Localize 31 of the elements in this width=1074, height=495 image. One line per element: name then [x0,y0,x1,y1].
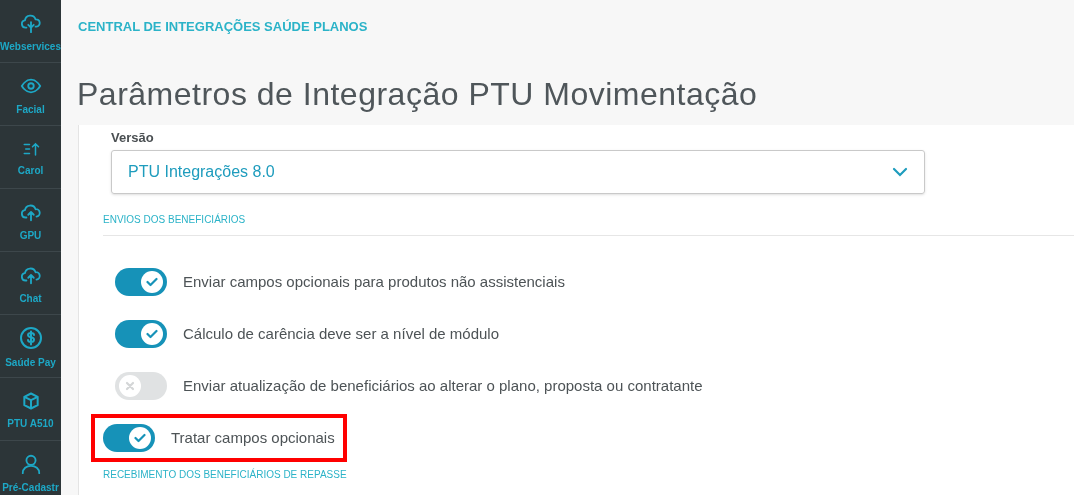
sidebar-item[interactable]: Carol [0,126,61,189]
section-heading: RECEBIMENTO DOS BENEFICIÁRIOS DE REPASSE [103,469,347,480]
toggle-label: Enviar campos opcionais para produtos não assistenciais [183,271,565,292]
toggle-switch[interactable] [115,372,167,400]
toggle-label: Enviar atualização de beneficiários ao alterar o plano, proposta ou contratante [183,375,703,396]
version-select[interactable]: PTU Integrações 8.0 [111,150,925,194]
sidebar-item[interactable]: PTU A510 [0,378,61,441]
dollar-icon [18,326,43,350]
section-heading: ENVIOS DOS BENEFICIÁRIOS [103,214,246,225]
sidebar-item[interactable]: GPU [0,189,61,252]
sidebar-item[interactable]: Facial [0,63,61,126]
toggle-switch[interactable] [115,268,167,296]
person-icon [19,453,42,475]
cloud-icon [19,12,42,34]
page-title: Parâmetros de Integração PTU Movimentação [76,75,759,114]
sidebar-item[interactable]: Chat [0,252,61,315]
chevron-down-icon [892,167,908,177]
toggle-label: Cálculo de carência deve ser a nível de módulo [183,323,500,344]
toggle-switch[interactable] [103,424,155,452]
breadcrumb: CENTRAL DE INTEGRAÇÕES SAÚDE PLANOS [77,18,369,36]
check-icon [146,277,158,287]
field-label: Versão [111,129,155,147]
sidebar-item[interactable]: Saúde Pay [0,315,61,378]
close-icon [125,381,135,391]
sidebar-item[interactable]: Pré-Cadastr [0,441,61,495]
toggle-switch[interactable] [115,320,167,348]
toggle-label: Tratar campos opcionais [171,427,335,448]
check-icon [146,329,158,339]
check-icon [134,433,146,443]
cube-icon [20,391,41,411]
sidebar-item[interactable]: Webservices [0,0,61,63]
